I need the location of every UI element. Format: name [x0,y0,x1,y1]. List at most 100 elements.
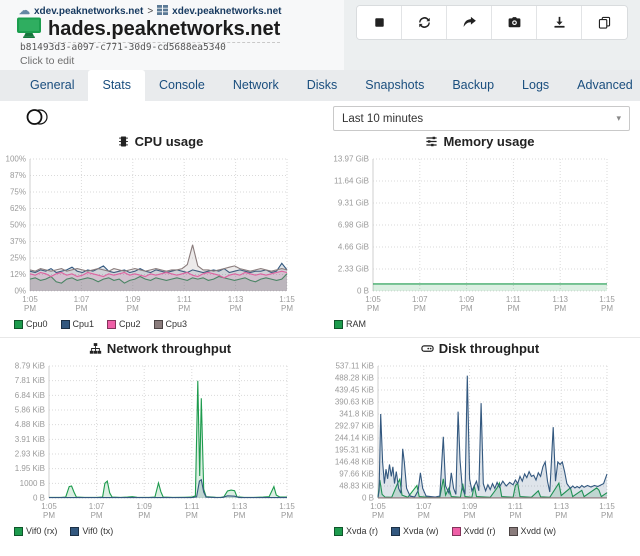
svg-text:244.14 KiB: 244.14 KiB [335,434,374,443]
svg-text:PM: PM [367,304,379,313]
legend-swatch [14,320,23,329]
legend-swatch [334,320,343,329]
snapshot-button[interactable] [492,6,537,39]
vm-action-toolbar [356,5,628,40]
time-range-select[interactable]: Last 10 minutes ▾ [333,106,630,131]
tab-backup[interactable]: Backup [438,70,508,101]
network-throughput-chart: Network throughput 8.79 KiB7.81 KiB6.84 … [0,341,320,538]
svg-text:146.48 KiB: 146.48 KiB [335,458,374,467]
tab-bar: GeneralStatsConsoleNetworkDisksSnapshots… [0,70,640,101]
svg-text:341.8 KiB: 341.8 KiB [339,410,374,419]
chart-title: CPU usage [0,134,320,153]
svg-text:1:15: 1:15 [599,295,615,304]
microchip-icon [117,134,135,149]
legend-label: Xvdd (r) [464,526,496,536]
svg-text:PM: PM [414,304,426,313]
svg-text:PM: PM [178,304,190,313]
tab-disks[interactable]: Disks [293,70,352,101]
svg-text:1:13: 1:13 [232,502,248,511]
tab-network[interactable]: Network [219,70,293,101]
svg-text:PM: PM [461,304,473,313]
legend-label: Cpu1 [73,319,95,329]
svg-text:1:07: 1:07 [416,502,432,511]
legend-label: Cpu2 [119,319,141,329]
svg-text:PM: PM [555,511,567,520]
legend-label: Cpu3 [166,319,188,329]
svg-text:25%: 25% [10,254,26,263]
vm-title[interactable]: hades.peaknetworks.net [48,18,280,43]
svg-text:1:13: 1:13 [553,502,569,511]
charts-area: CPU usage 100%87%75%62%50%37%25%12%0%1:0… [0,134,640,538]
svg-text:PM: PM [281,304,293,313]
svg-text:1:07: 1:07 [412,295,428,304]
svg-text:390.63 KiB: 390.63 KiB [335,398,374,407]
tab-stats[interactable]: Stats [88,70,145,101]
svg-text:1:07: 1:07 [74,295,90,304]
cpu-usage-chart: CPU usage 100%87%75%62%50%37%25%12%0%1:0… [0,134,320,331]
svg-text:62%: 62% [10,204,26,213]
chart-plot: 8.79 KiB7.81 KiB6.84 KiB5.86 KiB4.88 KiB… [0,360,320,524]
tab-advanced[interactable]: Advanced [563,70,640,101]
chart-legend: Xvda (r) Xvda (w) Xvdd (r) Xvdd (w) [320,524,640,538]
legend-label: Vif0 (rx) [26,526,57,536]
legend-swatch [14,527,23,536]
legend-swatch [509,527,518,536]
copy-button[interactable] [582,6,627,39]
svg-text:1:07: 1:07 [89,502,105,511]
tab-snapshots[interactable]: Snapshots [351,70,438,101]
svg-text:1:05: 1:05 [22,295,38,304]
tab-general[interactable]: General [16,70,88,101]
legend-label: Xvda (r) [346,526,378,536]
chart-legend: Cpu0 Cpu1 Cpu2 Cpu3 [0,317,320,331]
chart-title: Network throughput [0,341,320,360]
chart-title: Disk throughput [320,341,640,360]
svg-text:PM: PM [509,511,521,520]
svg-text:PM: PM [372,511,384,520]
chart-plot: 537.11 KiB488.28 KiB439.45 KiB390.63 KiB… [320,360,640,524]
click-to-edit-hint[interactable]: Click to edit [20,55,74,67]
legend-item: Cpu0 [14,319,48,329]
legend-swatch [154,320,163,329]
legend-swatch [107,320,116,329]
svg-text:1:09: 1:09 [459,295,475,304]
legend-item: Cpu1 [61,319,95,329]
charts-row-2: Network throughput 8.79 KiB7.81 KiB6.84 … [0,337,640,538]
svg-text:PM: PM [281,511,293,520]
legend-label: Xvdd (w) [521,526,557,536]
disk-throughput-chart: Disk throughput 537.11 KiB488.28 KiB439.… [320,341,640,538]
export-button[interactable] [537,6,582,39]
svg-text:PM: PM [127,304,139,313]
chart-plot: 100%87%75%62%50%37%25%12%0%1:05PM1:07PM1… [0,153,320,317]
svg-text:6.84 KiB: 6.84 KiB [15,391,45,400]
legend-item: Xvda (w) [391,526,439,536]
svg-text:4.88 KiB: 4.88 KiB [15,420,45,429]
chevron-down-icon: ▾ [616,113,621,124]
svg-text:488.28 KiB: 488.28 KiB [335,374,374,383]
svg-text:1:11: 1:11 [177,295,193,304]
migrate-button[interactable] [447,6,492,39]
legend-swatch [70,527,79,536]
legend-item: Cpu3 [154,319,188,329]
vm-header: ☁ xdev.peaknetworks.net > xdev.peaknetwo… [0,0,640,70]
stats-toggle-icon[interactable] [26,108,52,128]
stats-controls: Last 10 minutes ▾ [0,101,640,134]
charts-row-1: CPU usage 100%87%75%62%50%37%25%12%0%1:0… [0,134,640,331]
legend-swatch [391,527,400,536]
svg-text:PM: PM [601,511,613,520]
svg-text:PM: PM [230,304,242,313]
svg-text:9.31 GiB: 9.31 GiB [338,199,369,208]
svg-text:97.66 KiB: 97.66 KiB [339,470,374,479]
tab-logs[interactable]: Logs [508,70,563,101]
stop-button[interactable] [357,6,402,39]
svg-text:6.98 GiB: 6.98 GiB [338,221,369,230]
svg-text:1:09: 1:09 [125,295,141,304]
svg-text:1:15: 1:15 [279,502,295,511]
reboot-button[interactable] [402,6,447,39]
memory-usage-chart: Memory usage 13.97 GiB11.64 GiB9.31 GiB6… [320,134,640,331]
svg-text:1:11: 1:11 [184,502,200,511]
svg-text:PM: PM [507,304,519,313]
svg-text:1:13: 1:13 [228,295,244,304]
toolbar-panel [344,0,640,70]
vm-monitor-icon [16,16,42,44]
tab-console[interactable]: Console [145,70,219,101]
